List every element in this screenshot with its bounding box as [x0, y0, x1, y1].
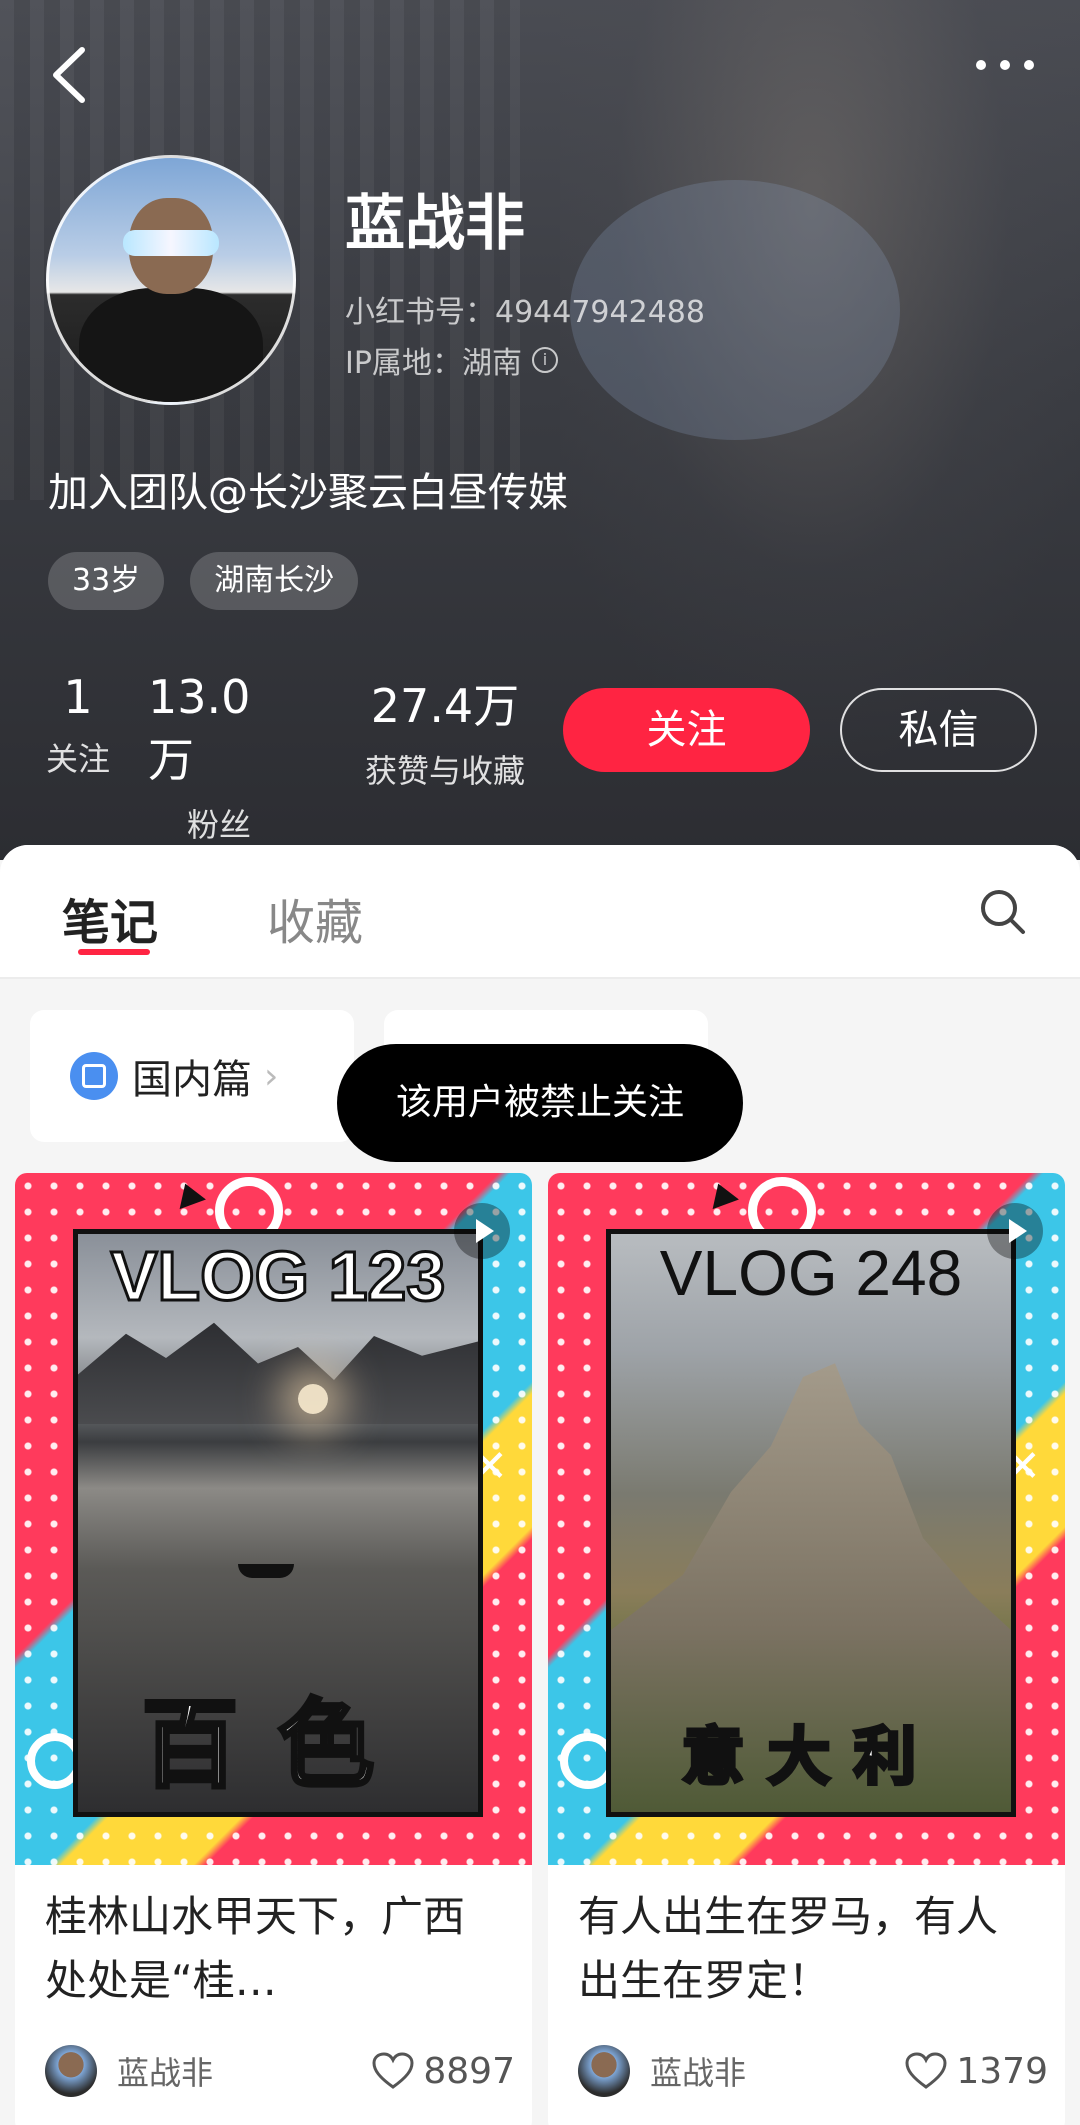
profile-header: 蓝战非 小红书号：49447942488 IP属地：湖南 i 加入团队@长沙聚云… — [0, 0, 1080, 860]
note-footer: 蓝战非 8897 — [45, 2041, 515, 2101]
cover-vlog-title: VLOG 248 — [659, 1237, 963, 1309]
cover-photo: VLOG 123 百色 — [73, 1229, 483, 1817]
more-button[interactable] — [966, 44, 1046, 84]
sun — [298, 1384, 328, 1414]
avatar[interactable] — [46, 155, 296, 405]
more-dot-icon — [1024, 60, 1034, 70]
tag-location: 湖南长沙 — [190, 552, 359, 610]
stat-label: 粉丝 — [186, 806, 251, 844]
cover-vlog-title: VLOG 123 — [109, 1236, 447, 1317]
cover-place-text: 意大利 — [680, 1718, 940, 1795]
profile-name: 蓝战非 — [345, 189, 525, 259]
more-dot-icon — [1000, 60, 1010, 70]
author-avatar[interactable] — [45, 2045, 97, 2097]
stat-following[interactable]: 1 关注 — [46, 670, 110, 846]
ip-location: IP属地：湖南 i — [345, 338, 558, 382]
ip-location-text: IP属地：湖南 — [345, 346, 522, 381]
collection-icon — [70, 1052, 118, 1100]
heart-icon[interactable] — [371, 2051, 415, 2091]
profile-tags: 33岁 湖南长沙 — [48, 552, 359, 610]
search-button[interactable] — [978, 887, 1028, 937]
author-avatar[interactable] — [578, 2045, 630, 2097]
search-icon — [981, 890, 1025, 934]
note-card[interactable]: ✕ VLOG 123 百色 桂林山水甲天下，广西处处是“桂… 蓝战非 8897 — [15, 1173, 532, 2125]
like-count: 8897 — [423, 2050, 515, 2092]
tab-notes[interactable]: 笔记 — [62, 883, 158, 953]
stat-number: 27.4万 — [370, 679, 520, 733]
stat-followers[interactable]: 13.0万 粉丝 — [148, 670, 290, 846]
heart-icon[interactable] — [904, 2051, 948, 2091]
stat-label: 获赞与收藏 — [364, 752, 525, 790]
profile-bio: 加入团队@长沙聚云白昼传媒 — [48, 470, 568, 516]
note-title: 有人出生在罗马，有人出生在罗定！ — [578, 1892, 999, 2005]
message-button[interactable]: 私信 — [840, 688, 1037, 772]
cover-photo: VLOG 248 意大利 — [606, 1229, 1016, 1817]
author-name[interactable]: 蓝战非 — [117, 2048, 371, 2094]
note-cover: ✕ VLOG 248 意大利 — [548, 1173, 1065, 1865]
cover-place-text: 百色 — [140, 1687, 414, 1803]
note-card[interactable]: ✕ VLOG 248 意大利 有人出生在罗马，有人出生在罗定！ 蓝战非 1379 — [548, 1173, 1065, 2125]
stat-number: 13.0万 — [148, 670, 251, 787]
stat-number: 1 — [63, 670, 93, 724]
avatar-glasses — [123, 230, 219, 256]
chevron-right-icon: › — [264, 1055, 279, 1097]
collection-card[interactable]: 国内篇 › — [30, 1010, 354, 1142]
tab-favorites[interactable]: 收藏 — [267, 883, 363, 953]
note-footer: 蓝战非 1379 — [578, 2041, 1048, 2101]
like-count: 1379 — [956, 2050, 1048, 2092]
video-play-icon — [454, 1203, 510, 1259]
toast-message: 该用户被禁止关注 — [337, 1044, 743, 1162]
author-name[interactable]: 蓝战非 — [650, 2048, 904, 2094]
chevron-left-icon — [53, 47, 85, 103]
mountains — [78, 1322, 478, 1424]
stat-likes-and-collects[interactable]: 27.4万 获赞与收藏 — [350, 670, 540, 846]
avatar-body — [79, 288, 263, 402]
note-cover: ✕ VLOG 123 百色 — [15, 1173, 532, 1865]
profile-stats: 1 关注 13.0万 粉丝 27.4万 获赞与收藏 — [46, 670, 540, 846]
back-button[interactable] — [44, 40, 104, 110]
collection-label: 国内篇 — [132, 1057, 252, 1103]
info-icon[interactable]: i — [531, 347, 558, 373]
more-dot-icon — [976, 60, 986, 70]
note-title: 桂林山水甲天下，广西处处是“桂… — [45, 1892, 466, 2005]
red-id: 小红书号：49447942488 — [345, 295, 705, 330]
tab-bar: 笔记 收藏 — [0, 845, 1080, 979]
tag-age: 33岁 — [48, 552, 165, 610]
notes-content: 笔记 收藏 国内篇 › 该用户被禁止关注 ✕ VLOG 123 百色 桂林山水甲… — [0, 845, 1080, 2125]
follow-button[interactable]: 关注 — [563, 688, 810, 772]
video-play-icon — [987, 1203, 1043, 1259]
triangle-decoration — [705, 1178, 739, 1210]
stat-label: 关注 — [46, 740, 111, 778]
boat — [238, 1564, 294, 1578]
triangle-decoration — [172, 1178, 206, 1210]
active-tab-indicator — [78, 949, 150, 955]
